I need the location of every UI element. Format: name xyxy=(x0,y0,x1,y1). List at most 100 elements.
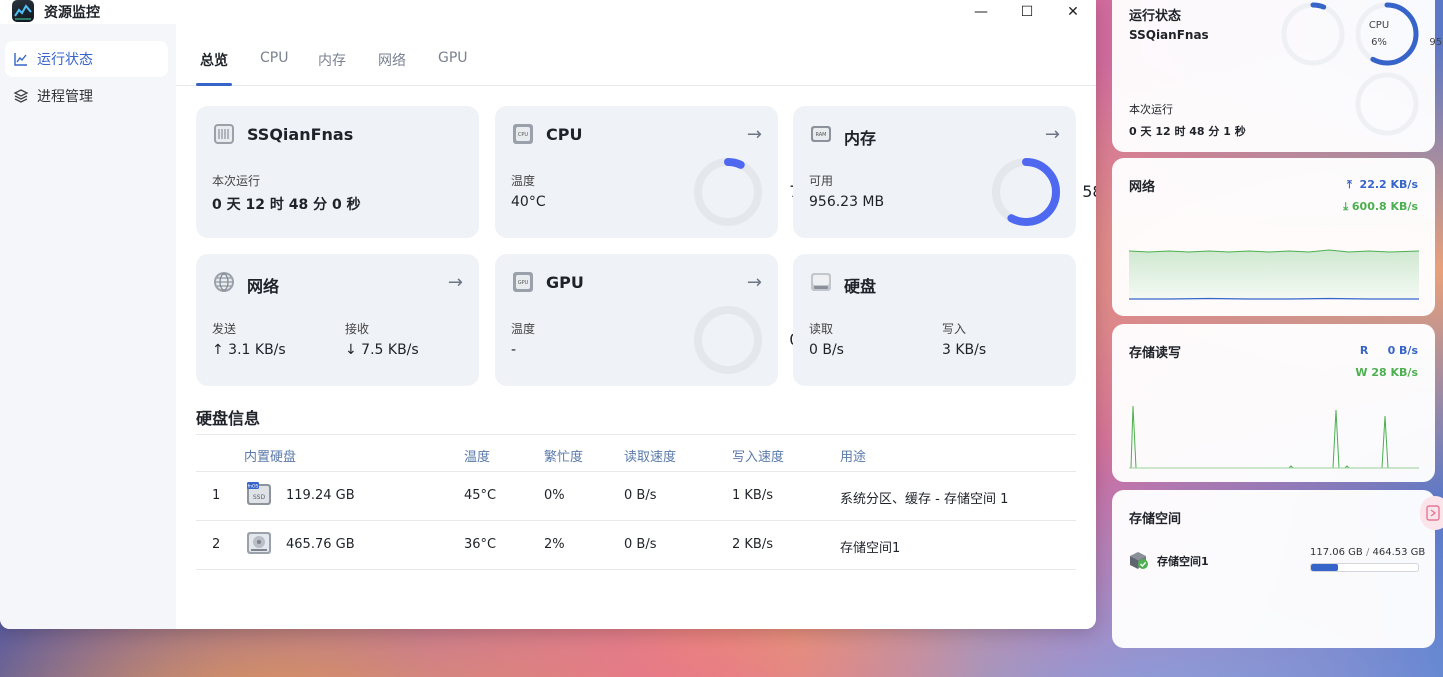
storage-write-value: W 28 KB/s xyxy=(1355,366,1418,379)
hard-disk-icon xyxy=(811,273,831,291)
storage-usage-fill xyxy=(1311,564,1338,571)
app-icon xyxy=(12,0,34,22)
drive-read-speed: 0 B/s xyxy=(624,537,657,552)
sidebar-item-label: 运行状态 xyxy=(37,52,93,68)
network-card[interactable]: 网络 → 发送 ↑ 3.1 KB/s 接收 ↓ 7.5 KB/s xyxy=(196,254,479,386)
gpu-temp-label: 温度 xyxy=(511,322,536,336)
disk-write-value: 3 KB/s xyxy=(942,342,987,358)
drive-busy: 0% xyxy=(544,488,565,503)
column-header-temp[interactable]: 温度 xyxy=(464,446,490,465)
uptime-value: 0 天 12 时 48 分 0 秒 xyxy=(212,197,361,213)
network-send-value: ↑ 3.1 KB/s xyxy=(212,342,286,358)
gpu-chip-icon: GPU xyxy=(513,272,533,292)
status-hostname: SSQianFnas xyxy=(1129,28,1209,42)
disk-card-title: 硬盘 xyxy=(844,277,877,296)
storage-read-value: R 0 B/s xyxy=(1359,344,1418,357)
tab-network[interactable]: 网络 xyxy=(378,50,406,70)
maximize-button[interactable]: ☐ xyxy=(1004,0,1050,24)
tab-gpu[interactable]: GPU xyxy=(438,50,468,66)
sidebar: 运行状态 进程管理 xyxy=(0,24,176,629)
table-row[interactable]: 2 465.76 GB 36°C 2% 0 B/s 2 KB/s 存储空间1 xyxy=(196,521,1076,570)
tab-overview[interactable]: 总览 xyxy=(200,50,228,70)
status-widget[interactable]: 运行状态 SSQianFnas 本次运行 0 天 12 时 48 分 1 秒 C… xyxy=(1112,0,1443,152)
storage-io-widget-title: 存储读写 xyxy=(1129,346,1182,361)
network-widget-title: 网络 xyxy=(1129,180,1156,195)
storage-io-widget[interactable]: 存储读写 R 0 B/s W 28 KB/s xyxy=(1112,324,1435,482)
svg-text:GPU: GPU xyxy=(518,280,529,286)
tab-memory[interactable]: 内存 xyxy=(318,50,346,70)
memory-usage-text: 58% xyxy=(1082,182,1096,201)
svg-text:RAM: RAM xyxy=(815,132,826,138)
nas-device-icon xyxy=(214,124,234,144)
cpu-card[interactable]: CPU CPU → 温度 40°C 7% xyxy=(495,106,815,238)
network-card-title: 网络 xyxy=(247,277,280,296)
ssd-label-text: SSD xyxy=(253,494,266,501)
ssd-badge-text: fnOS xyxy=(248,484,259,490)
memory-available-value: 956.23 MB xyxy=(809,194,885,210)
storage-space-widget[interactable]: 存储空间 存储空间1 117.06 GB / 464.53 GB xyxy=(1112,490,1435,648)
column-header-write[interactable]: 写入速度 xyxy=(732,446,784,465)
title-bar: 资源监控 — ☐ ✕ xyxy=(0,0,1096,24)
chart-line-icon xyxy=(14,53,27,66)
arrow-right-icon[interactable]: → xyxy=(448,272,463,293)
gpu-temp-value: - xyxy=(511,342,517,358)
drive-busy: 2% xyxy=(544,537,565,552)
resource-monitor-window: 资源监控 — ☐ ✕ 运行状态 进程管理 总览 CPU 内存 网络 GPU SS… xyxy=(0,0,1096,629)
tab-cpu[interactable]: CPU xyxy=(260,50,288,66)
disk-read-label: 读取 xyxy=(809,322,834,336)
gpu-card[interactable]: GPU GPU → 温度 - 0% xyxy=(495,254,815,386)
hdd-drive-icon xyxy=(247,532,271,554)
network-widget[interactable]: 网络 ⤒ 22.2 KB/s ⤓ 600.8 KB/s xyxy=(1112,158,1435,316)
cpu-usage-ring: 7% xyxy=(691,155,815,229)
disk-info-title: 硬盘信息 xyxy=(196,409,261,428)
status-widget-title: 运行状态 xyxy=(1129,9,1182,24)
storage-volume-name: 存储空间1 xyxy=(1157,555,1209,568)
network-download-value: ⤓ 600.8 KB/s xyxy=(1343,200,1418,213)
column-header-drive[interactable]: 内置硬盘 xyxy=(244,446,296,465)
collapse-icon xyxy=(1426,505,1440,521)
minimize-button[interactable]: — xyxy=(958,0,1004,24)
ssd-drive-icon: fnOS SSD xyxy=(247,482,271,505)
status-gpu-value: 0% xyxy=(1420,107,1443,118)
drive-write-speed: 2 KB/s xyxy=(732,537,773,552)
drive-capacity: 119.24 GB xyxy=(286,488,355,503)
drive-write-speed: 1 KB/s xyxy=(732,488,773,503)
gpu-card-title: GPU xyxy=(546,273,584,292)
table-row[interactable]: 1 fnOS SSD 119.24 GB 45°C 0% 0 B/s 1 KB/… xyxy=(196,472,1076,521)
memory-card[interactable]: RAM 内存 → 可用 956.23 MB 58% xyxy=(793,106,1096,238)
sidebar-item-process-management[interactable]: 进程管理 xyxy=(5,78,168,114)
sidebar-item-running-status[interactable]: 运行状态 xyxy=(5,41,168,77)
arrow-right-icon[interactable]: → xyxy=(747,124,762,145)
column-header-usage[interactable]: 用途 xyxy=(840,446,866,465)
column-header-read[interactable]: 读取速度 xyxy=(624,446,676,465)
column-header-busy[interactable]: 繁忙度 xyxy=(544,446,583,465)
storage-usage-bar xyxy=(1310,563,1419,572)
disk-card: 硬盘 读取 0 B/s 写入 3 KB/s xyxy=(793,254,1076,386)
close-button[interactable]: ✕ xyxy=(1050,0,1096,24)
window-title: 资源监控 xyxy=(44,5,100,21)
widget-panel-handle[interactable] xyxy=(1420,496,1443,530)
layers-icon xyxy=(13,89,29,103)
network-send-label: 发送 xyxy=(212,322,237,336)
row-index: 2 xyxy=(212,537,221,552)
table-header: 内置硬盘 温度 繁忙度 读取速度 写入速度 用途 xyxy=(196,434,1076,472)
arrow-right-icon[interactable]: → xyxy=(747,272,762,293)
globe-icon xyxy=(214,272,234,292)
cpu-temp-label: 温度 xyxy=(511,174,536,188)
network-recv-value: ↓ 7.5 KB/s xyxy=(345,342,419,358)
drive-temp: 45°C xyxy=(464,488,497,503)
uptime-label: 本次运行 xyxy=(212,174,261,188)
arrow-right-icon[interactable]: → xyxy=(1045,124,1060,145)
drive-read-speed: 0 B/s xyxy=(624,488,657,503)
memory-usage-ring: 58% xyxy=(989,155,1096,229)
memory-card-title: 内存 xyxy=(844,129,877,148)
status-memory-ring: 内存 953.8 MB xyxy=(1354,1,1443,67)
cpu-temp-value: 40°C xyxy=(511,194,546,210)
system-card: SSQianFnas 本次运行 0 天 12 时 48 分 0 秒 xyxy=(196,106,479,238)
status-memory-label: 内存 xyxy=(1420,20,1443,35)
drive-usage: 存储空间1 xyxy=(840,541,901,556)
disk-read-value: 0 B/s xyxy=(809,342,844,358)
status-memory-value: 953.8 MB xyxy=(1429,37,1443,48)
network-recv-label: 接收 xyxy=(345,322,370,336)
cpu-card-title: CPU xyxy=(546,125,583,144)
